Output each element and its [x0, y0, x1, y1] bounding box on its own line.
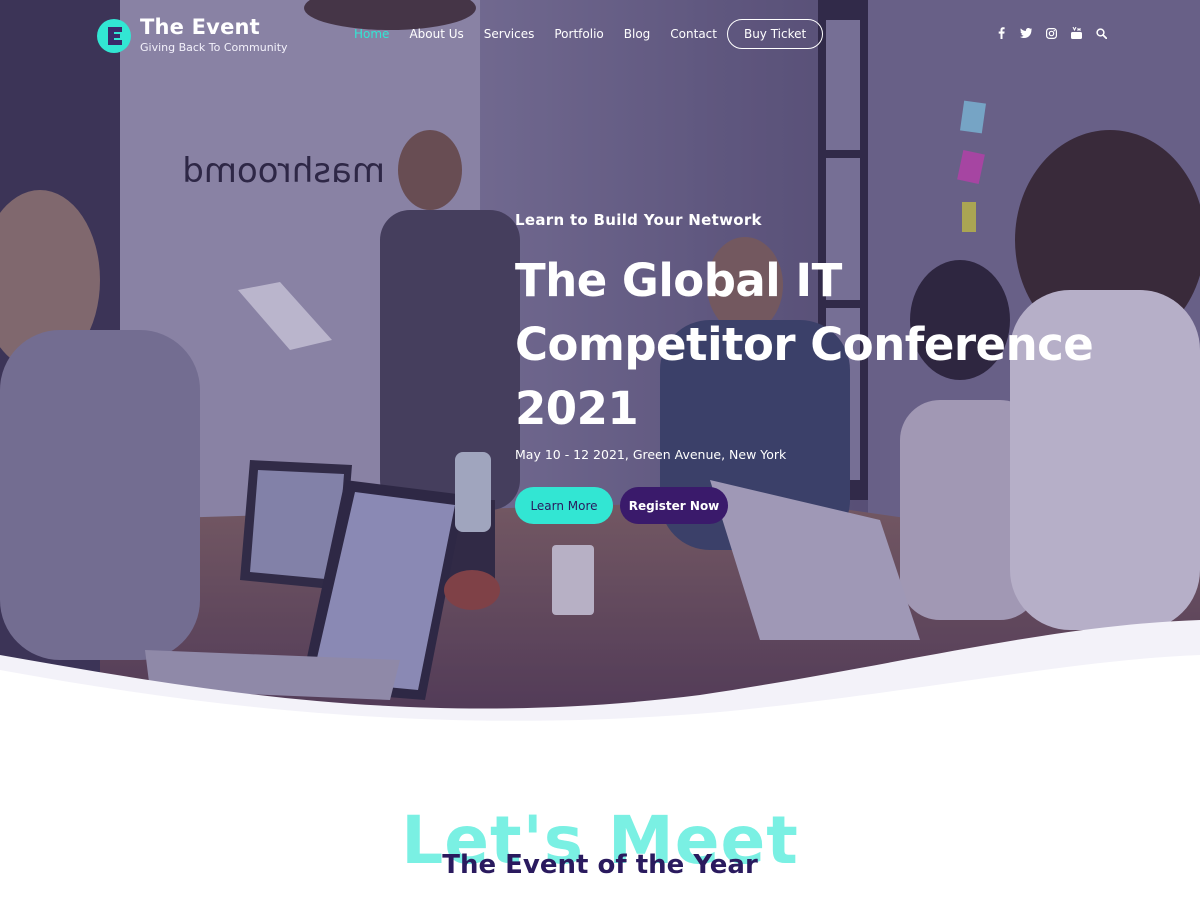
youtube-icon[interactable]: [1070, 27, 1082, 39]
letter-e-logo-icon: [97, 18, 131, 53]
nav-item-blog[interactable]: Blog: [624, 27, 651, 41]
hero-headline-line: 2021: [515, 382, 639, 435]
facebook-icon[interactable]: [995, 27, 1007, 39]
event-date-location: May 10 - 12 2021, Green Avenue, New York: [515, 447, 787, 462]
register-now-button[interactable]: Register Now: [620, 487, 728, 524]
twitter-icon[interactable]: [1020, 27, 1032, 39]
nav-item-services[interactable]: Services: [484, 27, 535, 41]
learn-more-button[interactable]: Learn More: [515, 487, 613, 524]
section-title: The Event of the Year: [442, 850, 758, 880]
main-nav: Home About Us Services Portfolio Blog Co…: [354, 19, 824, 49]
nav-item-portfolio[interactable]: Portfolio: [554, 27, 603, 41]
buy-ticket-button[interactable]: Buy Ticket: [726, 19, 824, 49]
search-icon[interactable]: [1095, 27, 1107, 39]
hero-eyebrow: Learn to Build Your Network: [515, 211, 762, 229]
nav-item-home[interactable]: Home: [354, 27, 389, 41]
site-tagline: Giving Back To Community: [140, 41, 288, 54]
site-title: The Event: [140, 15, 260, 39]
instagram-icon[interactable]: [1045, 27, 1057, 39]
nav-item-contact[interactable]: Contact: [670, 27, 717, 41]
hero-wave-divider: [0, 620, 1200, 740]
hero-headline: The Global IT Competitor Conference 2021: [515, 249, 1155, 441]
nav-item-about-us[interactable]: About Us: [409, 27, 463, 41]
site-logo[interactable]: The Event Giving Back To Community: [96, 15, 288, 56]
social-links: [995, 27, 1120, 39]
hero-headline-line: Competitor Conference: [515, 318, 1094, 371]
hero-headline-line: The Global IT: [515, 254, 842, 307]
